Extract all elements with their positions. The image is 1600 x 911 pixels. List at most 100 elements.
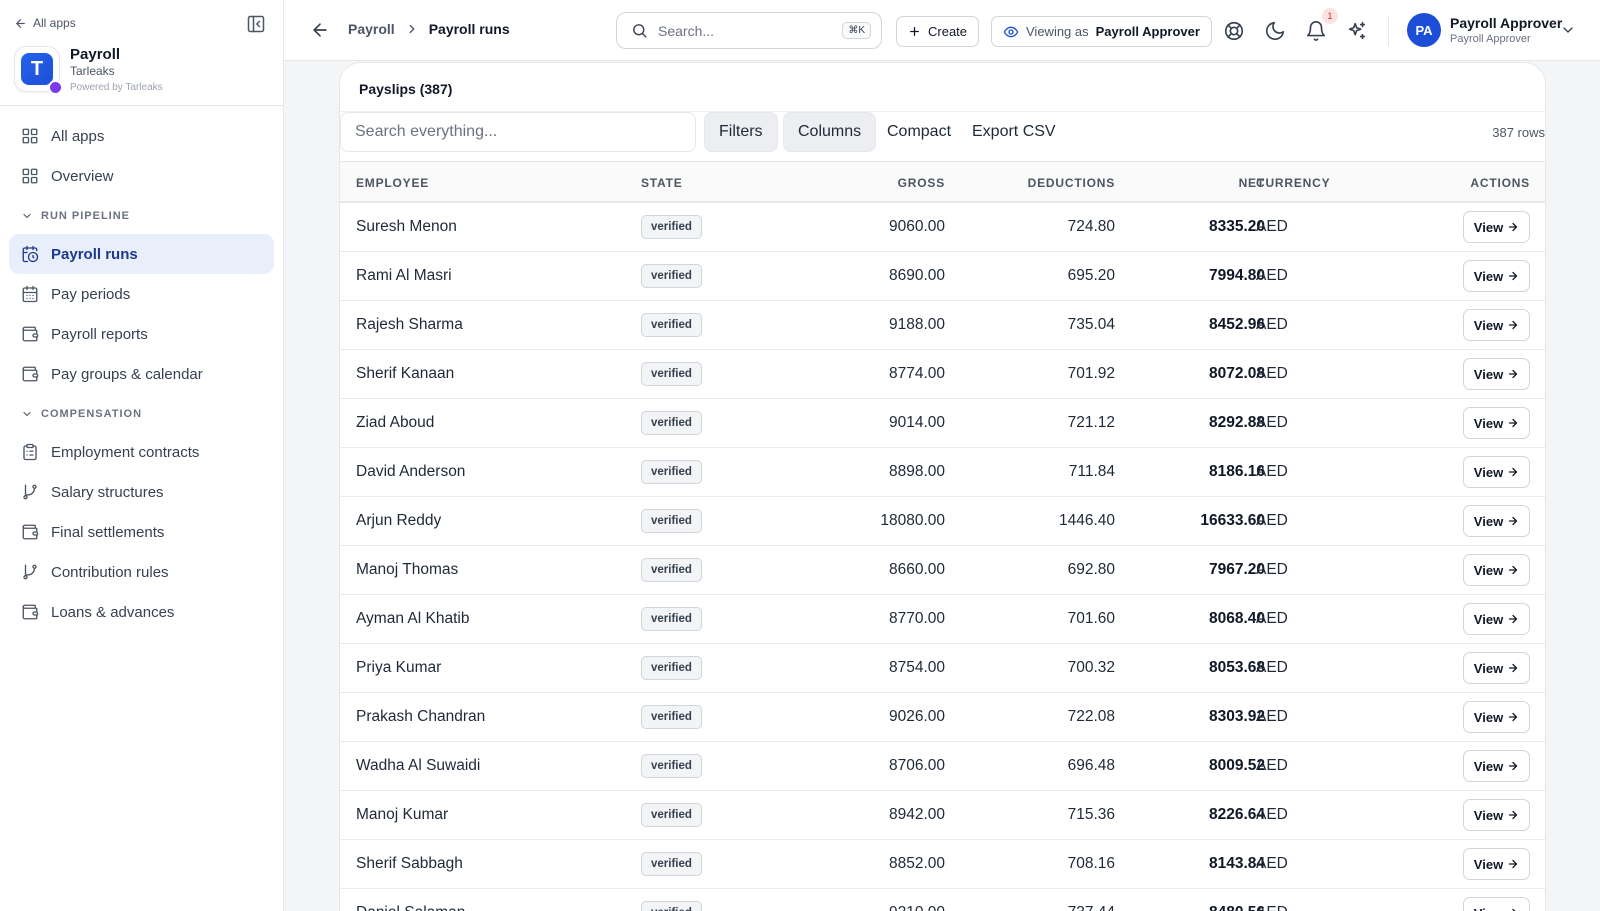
- table-row[interactable]: Prakash Chandran verified 9026.00 722.08…: [340, 693, 1545, 742]
- global-search[interactable]: Search... ⌘K: [616, 12, 882, 49]
- row-count: 387 rows: [1492, 125, 1545, 140]
- sidebar-item-contribution-rules[interactable]: Contribution rules: [9, 552, 274, 592]
- search-icon: [633, 24, 647, 38]
- view-button[interactable]: View: [1463, 211, 1530, 243]
- view-button[interactable]: View: [1463, 897, 1530, 911]
- cell-deductions: 1446.40: [1058, 512, 1115, 529]
- column-header-gross[interactable]: GROSS: [865, 176, 945, 190]
- cell-deductions: 701.92: [1067, 365, 1115, 382]
- sidebar-collapse-icon[interactable]: [246, 14, 266, 34]
- table-row[interactable]: Ayman Al Khatib verified 8770.00 701.60 …: [340, 595, 1545, 644]
- table-search-input[interactable]: [340, 112, 696, 152]
- back-to-all-apps-link[interactable]: All apps: [14, 16, 76, 30]
- table-row[interactable]: Sherif Sabbagh verified 8852.00 708.16 8…: [340, 840, 1545, 889]
- cell-gross: 8852.00: [888, 855, 945, 872]
- view-button[interactable]: View: [1463, 701, 1530, 733]
- compact-button[interactable]: Compact: [873, 112, 965, 152]
- sidebar-item-overview[interactable]: Overview: [9, 156, 274, 196]
- view-button-label: View: [1474, 906, 1503, 911]
- column-header-currency[interactable]: CURRENCY: [1256, 176, 1330, 190]
- sidebar-item-salary-structures[interactable]: Salary structures: [9, 472, 274, 512]
- breadcrumb-payroll[interactable]: Payroll: [348, 21, 395, 37]
- wallet-icon: [22, 366, 39, 382]
- sidebar-item-payroll-runs[interactable]: Payroll runs: [9, 234, 274, 274]
- back-arrow-icon[interactable]: [310, 20, 330, 40]
- status-badge: verified: [641, 607, 702, 631]
- sidebar-item-pay-periods[interactable]: Pay periods: [9, 274, 274, 314]
- view-button[interactable]: View: [1463, 750, 1530, 782]
- help-lifebuoy-icon[interactable]: [1223, 20, 1245, 42]
- section-compensation-toggle[interactable]: COMPENSATION: [9, 396, 274, 432]
- sidebar-item-loans-advances[interactable]: Loans & advances: [9, 592, 274, 632]
- sidebar-item-payroll-reports[interactable]: Payroll reports: [9, 314, 274, 354]
- table-row[interactable]: Arjun Reddy verified 18080.00 1446.40 16…: [340, 497, 1545, 546]
- viewing-as-role-button[interactable]: Viewing as Payroll Approver: [991, 16, 1212, 47]
- sidebar-item-pay-groups-calendar[interactable]: Pay groups & calendar: [9, 354, 274, 394]
- table-row[interactable]: Sherif Kanaan verified 8774.00 701.92 80…: [340, 350, 1545, 399]
- cell-gross: 8942.00: [888, 806, 945, 823]
- view-button-label: View: [1473, 268, 1504, 284]
- cell-gross: 9026.00: [888, 708, 945, 725]
- table-row[interactable]: Ziad Aboud verified 9014.00 721.12 8292.…: [340, 399, 1545, 448]
- eye-icon: [1003, 26, 1019, 37]
- create-button[interactable]: Create: [896, 16, 980, 47]
- table-row[interactable]: Daniel Salaman verified 9210.00 737.44 8…: [340, 889, 1545, 911]
- view-button[interactable]: View: [1463, 260, 1530, 292]
- sparkles-icon[interactable]: [1346, 20, 1368, 42]
- sidebar-item-final-settlements[interactable]: Final settlements: [9, 512, 274, 552]
- section-label: COMPENSATION: [41, 408, 143, 420]
- cell-gross: 8898.00: [888, 463, 945, 480]
- filters-button[interactable]: Filters: [704, 112, 778, 152]
- table-row[interactable]: Rami Al Masri verified 8690.00 695.20 79…: [340, 252, 1545, 301]
- view-button[interactable]: View: [1463, 505, 1530, 537]
- view-button[interactable]: View: [1463, 358, 1530, 390]
- search-shortcut: ⌘K: [842, 22, 871, 39]
- table-row[interactable]: Priya Kumar verified 8754.00 700.32 8053…: [340, 644, 1545, 693]
- cell-net: 8292.88: [1208, 414, 1265, 431]
- view-button[interactable]: View: [1463, 652, 1530, 684]
- arrow-right-icon: [1512, 908, 1516, 911]
- column-header-state[interactable]: STATE: [641, 176, 683, 190]
- view-button[interactable]: View: [1463, 848, 1530, 880]
- table-row[interactable]: Wadha Al Suwaidi verified 8706.00 696.48…: [340, 742, 1545, 791]
- column-header-net[interactable]: NET: [1185, 176, 1265, 190]
- cell-deductions: 695.20: [1067, 267, 1115, 284]
- calendar-clock-icon: [22, 245, 39, 263]
- sidebar-item-employment-contracts[interactable]: Employment contracts: [9, 432, 274, 472]
- table-row[interactable]: Suresh Menon verified 9060.00 724.80 833…: [340, 203, 1545, 252]
- table-row[interactable]: Manoj Kumar verified 8942.00 715.36 8226…: [340, 791, 1545, 840]
- view-button[interactable]: View: [1463, 456, 1530, 488]
- cell-employee: Prakash Chandran: [356, 708, 486, 725]
- columns-button[interactable]: Columns: [783, 112, 877, 152]
- status-badge: verified: [641, 705, 702, 729]
- sidebar-item-all-apps[interactable]: All apps: [9, 116, 274, 156]
- table-row[interactable]: David Anderson verified 8898.00 711.84 8…: [340, 448, 1545, 497]
- table-row[interactable]: Rajesh Sharma verified 9188.00 735.04 84…: [340, 301, 1545, 350]
- cell-net: 8068.40: [1208, 610, 1265, 627]
- arrow-right-icon: [1509, 712, 1518, 722]
- view-button[interactable]: View: [1463, 799, 1530, 831]
- chevron-down-icon[interactable]: [1560, 22, 1576, 38]
- cell-employee: Rami Al Masri: [356, 267, 452, 284]
- cell-gross: 8660.00: [888, 561, 945, 578]
- org-name: Tarleaks: [70, 64, 115, 78]
- table-row[interactable]: Manoj Thomas verified 8660.00 692.80 796…: [340, 546, 1545, 595]
- view-button[interactable]: View: [1463, 407, 1530, 439]
- sidebar-header: All apps T Payroll Tarleaks Powered by T…: [0, 0, 283, 106]
- column-header-employee[interactable]: EMPLOYEE: [356, 176, 429, 190]
- bell-icon[interactable]: [1305, 20, 1327, 42]
- cell-gross: 9188.00: [888, 316, 945, 333]
- sidebar-item-label: Pay groups & calendar: [51, 365, 203, 383]
- moon-icon[interactable]: [1264, 20, 1286, 42]
- view-button[interactable]: View: [1463, 603, 1530, 635]
- avatar[interactable]: PA: [1407, 13, 1441, 47]
- view-button[interactable]: View: [1463, 309, 1530, 341]
- export-csv-button[interactable]: Export CSV: [958, 112, 1070, 152]
- cell-currency: AED: [1256, 316, 1288, 333]
- cell-deductions: 700.32: [1067, 659, 1115, 676]
- cell-employee: Rajesh Sharma: [356, 316, 463, 333]
- cell-net: 8143.84: [1208, 855, 1265, 872]
- column-header-deductions[interactable]: DEDUCTIONS: [995, 176, 1115, 190]
- view-button[interactable]: View: [1463, 554, 1530, 586]
- section-run-pipeline-toggle[interactable]: RUN PIPELINE: [9, 198, 274, 234]
